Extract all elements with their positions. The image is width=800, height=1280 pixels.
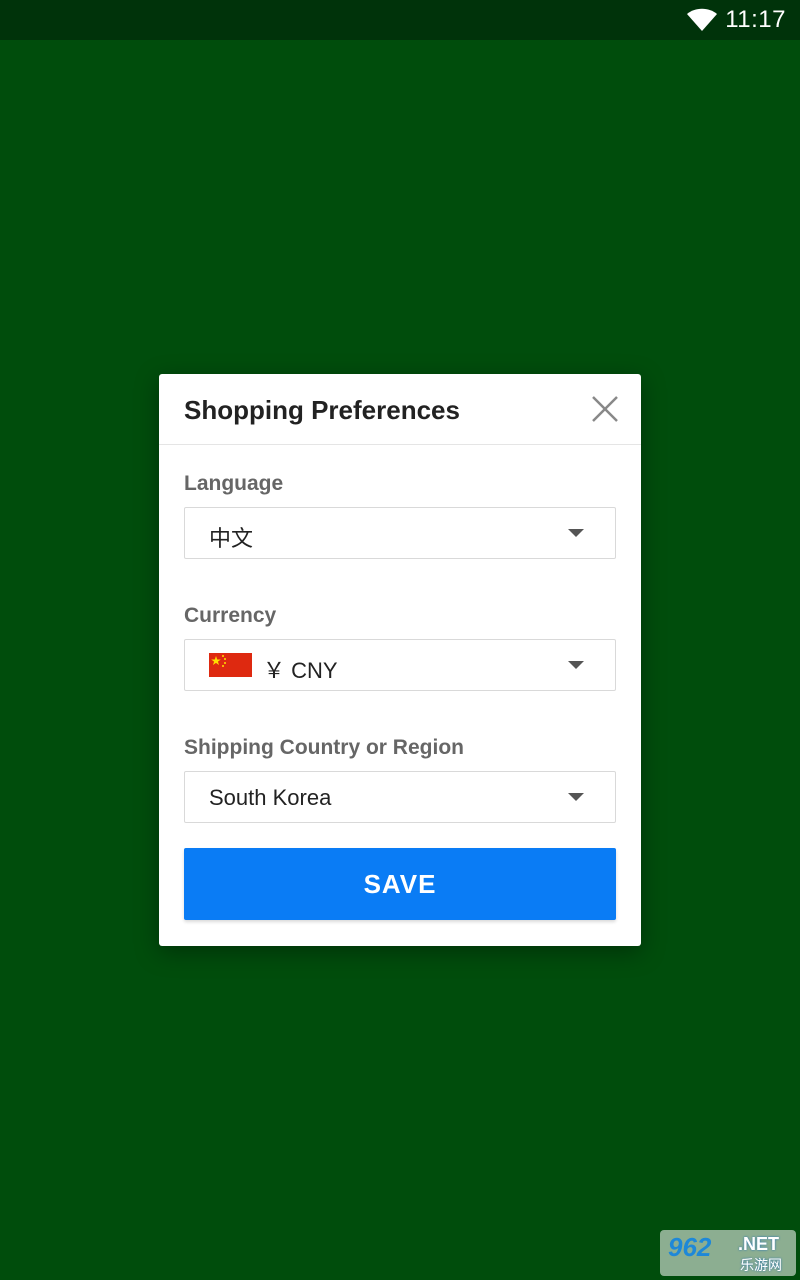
currency-label: Currency bbox=[184, 604, 277, 627]
save-button[interactable]: SAVE bbox=[184, 848, 616, 920]
shopping-preferences-dialog: Shopping Preferences Language 中文 Currenc… bbox=[159, 374, 641, 946]
status-time: 11:17 bbox=[725, 6, 786, 33]
watermark-main: 962 bbox=[668, 1232, 712, 1262]
shipping-country-select[interactable]: South Korea bbox=[184, 771, 616, 823]
china-flag-icon bbox=[209, 653, 252, 677]
watermark-logo: 962 .NET 乐游网 bbox=[660, 1230, 796, 1276]
language-select[interactable]: 中文 bbox=[184, 507, 616, 559]
language-value: 中文 bbox=[209, 526, 254, 551]
chevron-down-icon bbox=[568, 661, 584, 669]
close-icon bbox=[592, 396, 618, 422]
shipping-label: Shipping Country or Region bbox=[184, 736, 464, 759]
watermark-net: .NET bbox=[738, 1234, 780, 1254]
close-button[interactable] bbox=[587, 391, 623, 427]
chevron-down-icon bbox=[568, 529, 584, 537]
shipping-value: South Korea bbox=[209, 785, 332, 810]
language-label: Language bbox=[184, 472, 284, 495]
dialog-header: Shopping Preferences bbox=[159, 374, 641, 445]
wifi-icon bbox=[687, 8, 717, 31]
currency-select[interactable]: ￥ CNY bbox=[184, 639, 616, 691]
watermark-sub: 乐游网 bbox=[740, 1257, 782, 1273]
currency-value: ￥ CNY bbox=[263, 658, 338, 683]
status-bar: 11:17 bbox=[0, 0, 800, 40]
chevron-down-icon bbox=[568, 793, 584, 801]
dialog-title: Shopping Preferences bbox=[184, 395, 460, 425]
